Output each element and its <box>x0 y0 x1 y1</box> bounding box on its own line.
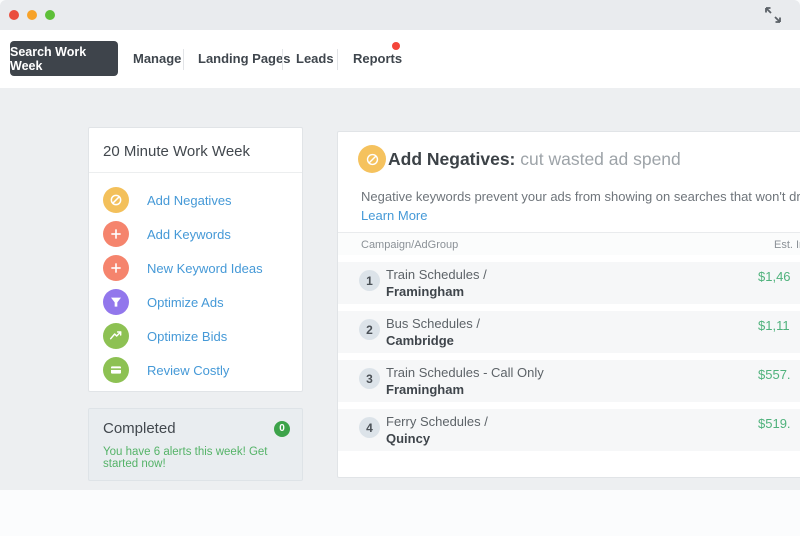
work-week-item-label: New Keyword Ideas <box>147 261 263 276</box>
adgroup-name: Framingham <box>386 284 464 299</box>
row-number-badge: 4 <box>359 417 380 438</box>
work-week-item-add-keywords[interactable]: Add Keywords <box>89 217 302 251</box>
work-week-item-list: Add Negatives Add Keywords New Keyword I… <box>89 173 302 387</box>
nav-divider <box>282 49 283 70</box>
plus-icon <box>103 221 129 247</box>
row-number-badge: 1 <box>359 270 380 291</box>
adgroup-name: Framingham <box>386 382 464 397</box>
notification-dot-icon <box>392 42 400 50</box>
work-week-item-add-negatives[interactable]: Add Negatives <box>89 183 302 217</box>
campaign-name: Ferry Schedules / <box>386 414 488 429</box>
completed-title: Completed <box>103 420 176 437</box>
tab-leads[interactable]: Leads <box>296 30 334 88</box>
close-button[interactable] <box>9 10 19 20</box>
panel-heading: Add Negatives: cut wasted ad spend <box>388 149 681 170</box>
browser-window: Search Work Week Manage Landing Pages Le… <box>0 0 800 536</box>
work-week-item-new-keyword-ideas[interactable]: New Keyword Ideas <box>89 251 302 285</box>
table-header-row: Campaign/AdGroup Est. Im <box>338 232 800 255</box>
tab-manage[interactable]: Manage <box>133 30 181 88</box>
completed-panel: Completed 0 You have 6 alerts this week!… <box>88 408 303 481</box>
content-area: 20 Minute Work Week Add Negatives Add Ke… <box>0 88 800 490</box>
completed-count-badge: 0 <box>274 421 290 437</box>
work-week-item-optimize-bids[interactable]: Optimize Bids <box>89 319 302 353</box>
no-symbol-icon <box>103 187 129 213</box>
est-impact-value: $557. <box>758 367 791 382</box>
top-navigation: Search Work Week Manage Landing Pages Le… <box>0 30 800 88</box>
work-week-item-label: Optimize Ads <box>147 295 224 310</box>
panel-title: 20 Minute Work Week <box>89 128 302 173</box>
adgroup-name: Cambridge <box>386 333 454 348</box>
campaign-name: Bus Schedules / <box>386 316 480 331</box>
credit-card-icon <box>103 357 129 383</box>
description-text: Negative keywords prevent your ads from … <box>361 189 800 204</box>
column-est-impact: Est. Im <box>774 239 800 251</box>
table-row[interactable]: 2 Bus Schedules / Cambridge $1,11 <box>338 311 800 353</box>
work-week-item-review-costly[interactable]: Review Costly <box>89 353 302 387</box>
adgroup-name: Quincy <box>386 431 430 446</box>
funnel-icon <box>103 289 129 315</box>
expand-arrows-icon[interactable] <box>762 4 784 26</box>
table-row[interactable]: 4 Ferry Schedules / Quincy $519. <box>338 409 800 451</box>
work-week-item-label: Add Negatives <box>147 193 232 208</box>
nav-divider <box>337 49 338 70</box>
row-number-badge: 2 <box>359 319 380 340</box>
work-week-item-label: Optimize Bids <box>147 329 227 344</box>
zoom-button[interactable] <box>45 10 55 20</box>
table-body: 1 Train Schedules / Framingham $1,46 2 B… <box>338 262 800 451</box>
negatives-table: Campaign/AdGroup Est. Im 1 Train Schedul… <box>338 232 800 451</box>
alerts-message: You have 6 alerts this week! Get started… <box>89 437 302 470</box>
tab-reports[interactable]: Reports <box>353 30 402 88</box>
nav-divider <box>183 49 184 70</box>
table-row[interactable]: 3 Train Schedules - Call Only Framingham… <box>338 360 800 402</box>
est-impact-value: $519. <box>758 416 791 431</box>
campaign-name: Train Schedules / <box>386 267 487 282</box>
tab-search-work-week[interactable]: Search Work Week <box>10 41 118 76</box>
work-week-panel: 20 Minute Work Week Add Negatives Add Ke… <box>88 127 303 392</box>
work-week-item-optimize-ads[interactable]: Optimize Ads <box>89 285 302 319</box>
table-row[interactable]: 1 Train Schedules / Framingham $1,46 <box>338 262 800 304</box>
learn-more-link[interactable]: Learn More <box>361 208 427 223</box>
campaign-name: Train Schedules - Call Only <box>386 365 544 380</box>
trend-up-icon <box>103 323 129 349</box>
row-number-badge: 3 <box>359 368 380 389</box>
minimize-button[interactable] <box>27 10 37 20</box>
heading-subtitle: cut wasted ad spend <box>515 149 680 169</box>
page-footer <box>0 490 800 536</box>
no-symbol-icon <box>358 145 386 173</box>
traffic-lights <box>9 10 55 20</box>
add-negatives-panel: Add Negatives: cut wasted ad spend Negat… <box>337 131 800 478</box>
work-week-item-label: Add Keywords <box>147 227 231 242</box>
column-campaign-adgroup: Campaign/AdGroup <box>361 239 458 251</box>
tab-landing-pages[interactable]: Landing Pages <box>198 30 290 88</box>
plus-icon <box>103 255 129 281</box>
est-impact-value: $1,11 <box>758 318 790 333</box>
work-week-item-label: Review Costly <box>147 363 229 378</box>
heading-strong: Add Negatives: <box>388 149 515 169</box>
est-impact-value: $1,46 <box>758 269 791 284</box>
browser-titlebar <box>0 0 800 30</box>
